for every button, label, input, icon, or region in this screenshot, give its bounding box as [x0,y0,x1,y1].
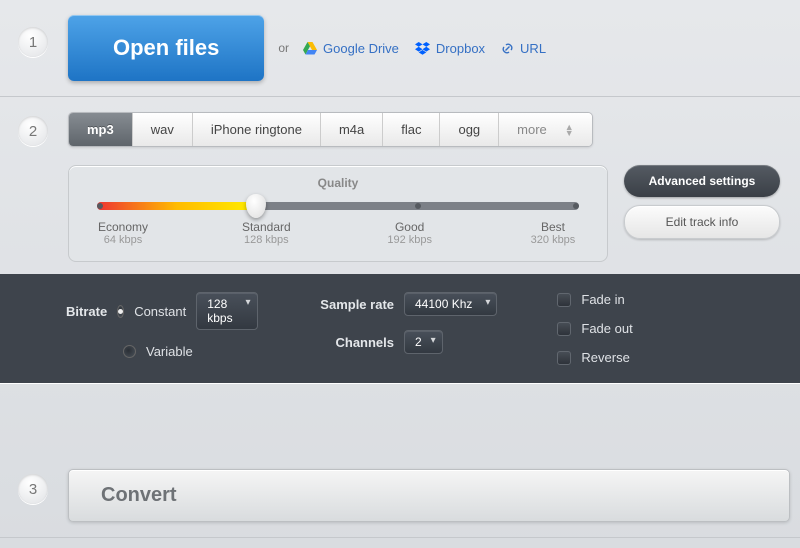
edit-track-info-button[interactable]: Edit track info [624,205,780,239]
step-number-3: 3 [18,474,48,504]
side-buttons: Advanced settings Edit track info [624,165,780,239]
url-link[interactable]: URL [501,41,546,56]
bitrate-constant-radio[interactable] [117,305,124,318]
quality-label-good: Good192 kbps [380,220,440,246]
sample-col: Sample rate 44100 Khz Channels 2 [316,292,497,365]
slider-fill [97,202,256,210]
quality-label-economy: Economy64 kbps [93,220,153,246]
tab-mp3[interactable]: mp3 [69,113,133,146]
or-text: or [278,41,289,55]
section-format: 2 mp3 wav iPhone ringtone m4a flac ogg m… [0,97,800,262]
advanced-settings-button[interactable]: Advanced settings [624,165,780,197]
fade-in-checkbox[interactable] [557,293,571,307]
channels-label: Channels [316,335,394,350]
open-row: Open files or Google Drive Dropbox URL [68,15,790,81]
tab-more-label: more [517,122,547,137]
open-files-button[interactable]: Open files [68,15,264,81]
google-drive-label: Google Drive [323,41,399,56]
google-drive-icon [303,42,317,55]
quality-labels: Economy64 kbps Standard128 kbps Good192 … [93,220,583,246]
tab-more[interactable]: more ▲▼ [499,113,592,146]
slider-tick [573,203,579,209]
cloud-links: Google Drive Dropbox URL [303,41,546,56]
tab-m4a[interactable]: m4a [321,113,383,146]
fade-out-checkbox[interactable] [557,322,571,336]
bitrate-variable-label: Variable [146,344,193,359]
convert-content: Convert [68,469,790,522]
bitrate-label: Bitrate [66,304,107,319]
section-open: 1 Open files or Google Drive Dropbox URL [0,0,800,97]
url-label: URL [520,41,546,56]
format-tabs: mp3 wav iPhone ringtone m4a flac ogg mor… [68,112,593,147]
reverse-label: Reverse [581,350,629,365]
quality-label-standard: Standard128 kbps [236,220,296,246]
sample-rate-label: Sample rate [316,297,394,312]
tab-ogg[interactable]: ogg [440,113,499,146]
step-number-2: 2 [18,116,48,146]
tab-wav[interactable]: wav [133,113,193,146]
slider-knob[interactable] [246,194,266,218]
dropbox-link[interactable]: Dropbox [415,41,485,56]
dropbox-label: Dropbox [436,41,485,56]
quality-slider[interactable] [97,202,579,210]
chevron-updown-icon: ▲▼ [565,124,574,136]
slider-tick [97,203,103,209]
quality-panel: Quality Economy64 kbps Standard128 kbps … [68,165,790,262]
slider-tick [415,203,421,209]
format-content: mp3 wav iPhone ringtone m4a flac ogg mor… [68,112,790,262]
google-drive-link[interactable]: Google Drive [303,41,399,56]
section-convert: 3 Convert [0,383,800,538]
channels-select[interactable]: 2 [404,330,443,354]
dropbox-icon [415,42,430,55]
fade-out-label: Fade out [581,321,632,336]
tab-iphone-ringtone[interactable]: iPhone ringtone [193,113,321,146]
effects-col: Fade in Fade out Reverse [557,292,632,365]
tab-flac[interactable]: flac [383,113,440,146]
advanced-panel: Bitrate Constant 128 kbps Variable Sampl… [0,274,800,383]
fade-in-label: Fade in [581,292,624,307]
quality-label-best: Best320 kbps [523,220,583,246]
bitrate-constant-label: Constant [134,304,186,319]
quality-title: Quality [93,176,583,190]
convert-button[interactable]: Convert [68,469,790,522]
bitrate-col: Bitrate Constant 128 kbps Variable [66,292,246,365]
quality-box: Quality Economy64 kbps Standard128 kbps … [68,165,608,262]
bitrate-select[interactable]: 128 kbps [196,292,257,330]
link-icon [501,42,514,55]
sample-rate-select[interactable]: 44100 Khz [404,292,497,316]
step-number-1: 1 [18,27,48,57]
bitrate-variable-radio[interactable] [123,345,136,358]
reverse-checkbox[interactable] [557,351,571,365]
